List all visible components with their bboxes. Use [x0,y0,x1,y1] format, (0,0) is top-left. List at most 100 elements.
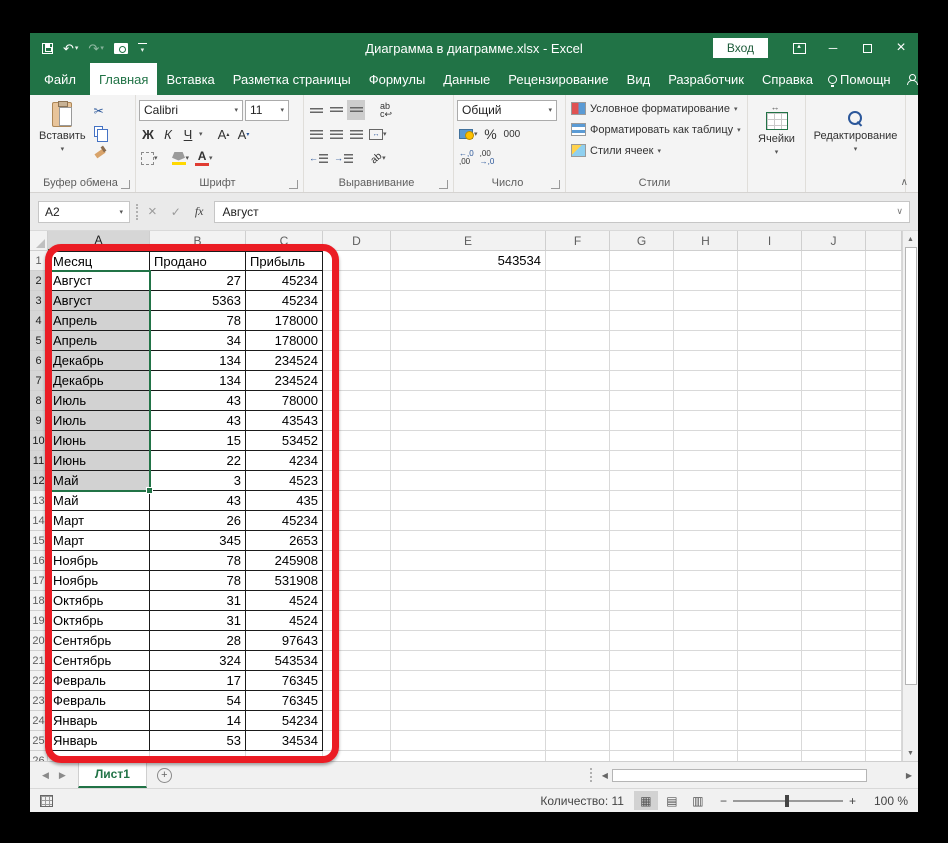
row-header-12[interactable]: 12 [30,471,48,491]
cell-G13[interactable] [610,491,674,511]
ribbon-display-options-icon[interactable]: ▴ [782,33,816,63]
cell-D3[interactable] [323,291,391,311]
cell-J2[interactable] [802,271,866,291]
cell-H12[interactable] [674,471,738,491]
dropdown-icon[interactable]: ▾ [737,126,741,134]
zoom-slider[interactable] [733,800,843,802]
cell-A5[interactable]: Апрель [48,331,150,351]
cell-E4[interactable] [391,311,546,331]
cell-G6[interactable] [610,351,674,371]
cell-K21[interactable] [866,651,902,671]
cell-C5[interactable]: 178000 [246,331,323,351]
align-left-button[interactable] [307,124,325,144]
cell-K5[interactable] [866,331,902,351]
cell-K17[interactable] [866,571,902,591]
cell-K11[interactable] [866,451,902,471]
cell-B2[interactable]: 27 [150,271,246,291]
cell-B9[interactable]: 43 [150,411,246,431]
cell-G15[interactable] [610,531,674,551]
formula-input[interactable]: Август∨ [214,201,911,223]
cell-G26[interactable] [610,751,674,761]
cell-D22[interactable] [323,671,391,691]
cell-C14[interactable]: 45234 [246,511,323,531]
cell-C4[interactable]: 178000 [246,311,323,331]
column-header-C[interactable]: C [246,231,323,251]
cell-J18[interactable] [802,591,866,611]
row-header-26[interactable]: 26 [30,751,48,761]
cell-J23[interactable] [802,691,866,711]
cell-A1[interactable]: Месяц [48,251,150,271]
namebox-separator[interactable] [136,204,138,220]
row-header-24[interactable]: 24 [30,711,48,731]
cell-H20[interactable] [674,631,738,651]
editing-button[interactable]: Редактирование ▾ [808,98,904,192]
clipboard-dialog-launcher-icon[interactable] [121,180,130,189]
cell-H11[interactable] [674,451,738,471]
cell-A7[interactable]: Декабрь [48,371,150,391]
cell-I13[interactable] [738,491,802,511]
ribbon-tab-2[interactable]: Разметка страницы [224,63,360,95]
cell-B5[interactable]: 34 [150,331,246,351]
cell-F9[interactable] [546,411,610,431]
cell-D4[interactable] [323,311,391,331]
cell-K3[interactable] [866,291,902,311]
cell-D9[interactable] [323,411,391,431]
font-dialog-launcher-icon[interactable] [289,180,298,189]
scroll-down-icon[interactable]: ▼ [903,745,919,761]
maximize-button[interactable] [850,33,884,63]
cell-K20[interactable] [866,631,902,651]
cell-I6[interactable] [738,351,802,371]
cell-H2[interactable] [674,271,738,291]
cell-B19[interactable]: 31 [150,611,246,631]
cell-C19[interactable]: 4524 [246,611,323,631]
cell-A2[interactable]: Август [48,271,150,291]
cell-B1[interactable]: Продано [150,251,246,271]
cell-K6[interactable] [866,351,902,371]
sheet-tab-list1[interactable]: Лист1 [78,762,147,788]
ribbon-tab-1[interactable]: Вставка [157,63,223,95]
format-painter-button[interactable] [94,143,109,159]
cell-F21[interactable] [546,651,610,671]
cells-button[interactable]: Ячейки ▾ [752,98,801,192]
cell-E3[interactable] [391,291,546,311]
ribbon-tab-7[interactable]: Разработчик [659,63,753,95]
cell-A12[interactable]: Май [48,471,150,491]
cell-A22[interactable]: Февраль [48,671,150,691]
cell-B16[interactable]: 78 [150,551,246,571]
cell-C17[interactable]: 531908 [246,571,323,591]
borders-button[interactable]: ▾ [139,148,160,168]
cell-B26[interactable] [150,751,246,761]
underline-dropdown-icon[interactable]: ▾ [199,130,203,138]
cell-K9[interactable] [866,411,902,431]
cell-J25[interactable] [802,731,866,751]
cell-I2[interactable] [738,271,802,291]
cell-F20[interactable] [546,631,610,651]
cell-F12[interactable] [546,471,610,491]
cell-A19[interactable]: Октябрь [48,611,150,631]
cell-G2[interactable] [610,271,674,291]
cell-H21[interactable] [674,651,738,671]
cell-H1[interactable] [674,251,738,271]
assistant-tab[interactable]: Помощн [822,72,897,87]
cell-E5[interactable] [391,331,546,351]
cell-C10[interactable]: 53452 [246,431,323,451]
styles-item-2[interactable]: Стили ячеек▾ [569,140,744,161]
number-format-select[interactable]: Общий▾ [457,100,557,121]
macro-record-icon[interactable] [40,795,53,807]
cell-F22[interactable] [546,671,610,691]
cell-E1[interactable]: 543534 [391,251,546,271]
column-header-G[interactable]: G [610,231,674,251]
cell-G5[interactable] [610,331,674,351]
cell-C8[interactable]: 78000 [246,391,323,411]
cell-I14[interactable] [738,511,802,531]
row-header-23[interactable]: 23 [30,691,48,711]
cell-I19[interactable] [738,611,802,631]
column-header-I[interactable]: I [738,231,802,251]
decrease-indent-button[interactable]: ← [307,148,330,168]
cell-I21[interactable] [738,651,802,671]
tabbar-splitter[interactable] [590,768,592,782]
cell-K10[interactable] [866,431,902,451]
cell-J26[interactable] [802,751,866,761]
cell-H5[interactable] [674,331,738,351]
cell-E16[interactable] [391,551,546,571]
